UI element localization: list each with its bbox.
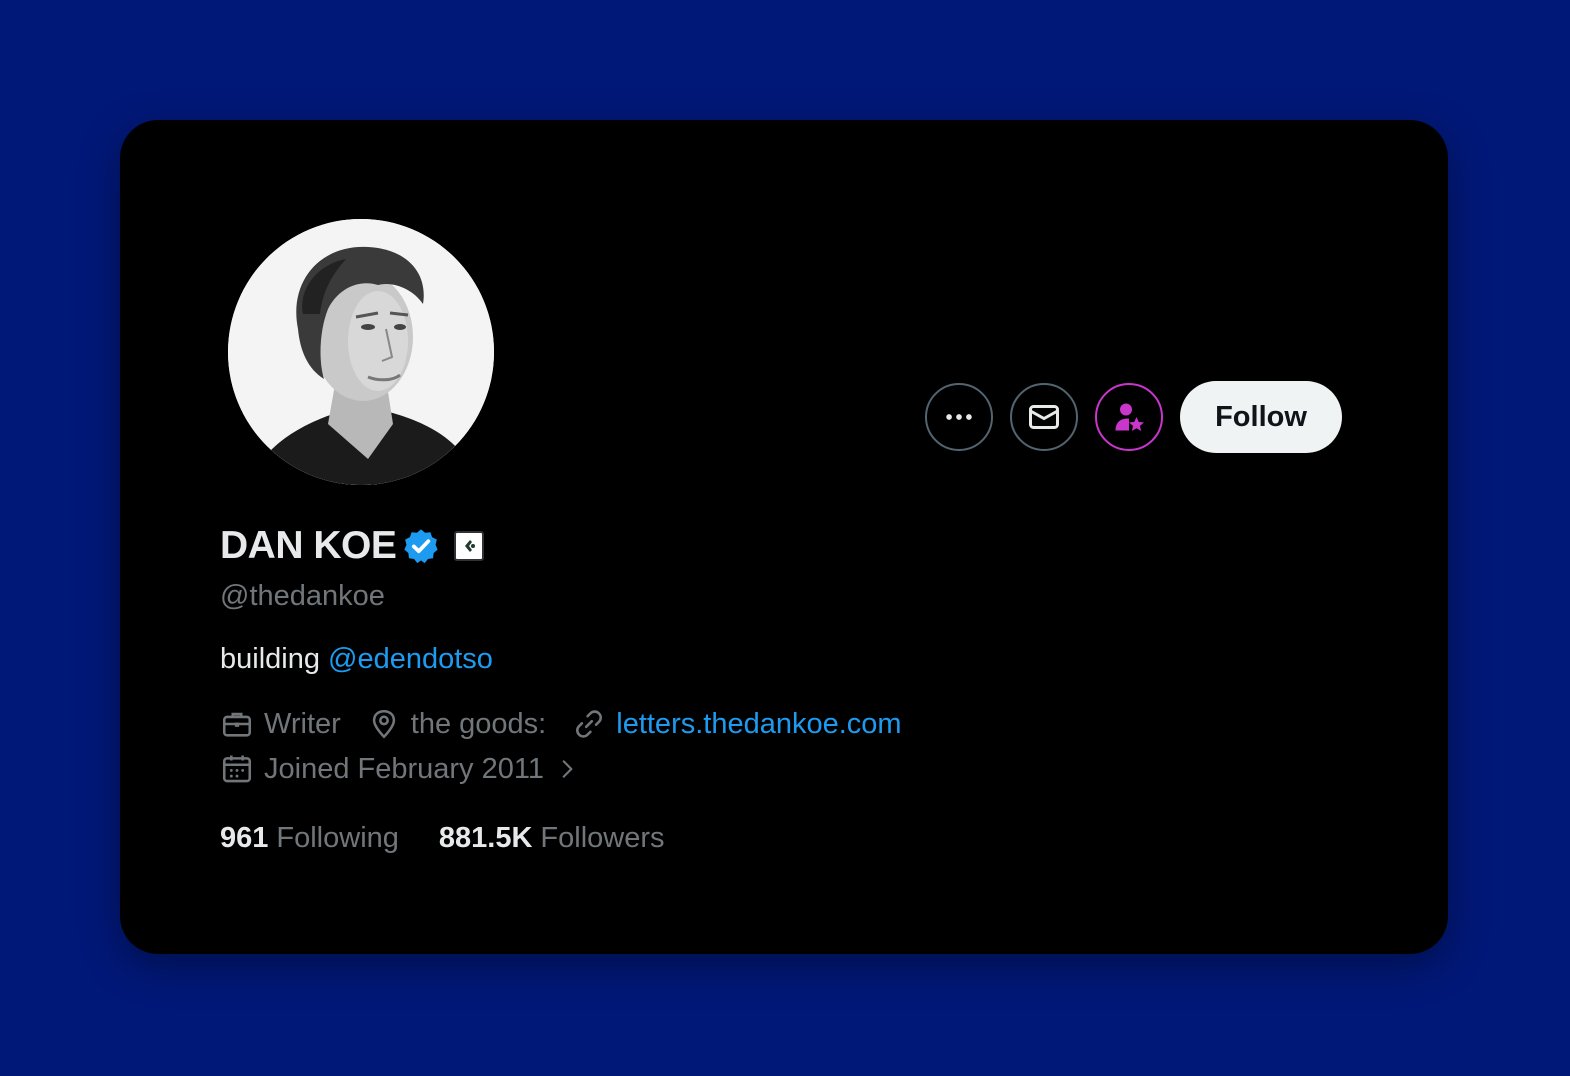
followers-count: 881.5K [438,822,533,854]
follow-button[interactable]: Follow [1180,381,1342,453]
profession-text: Writer [264,707,341,740]
bio-mention-link[interactable]: @edendotso [328,643,493,675]
message-icon [1029,405,1059,429]
link-icon [576,710,603,738]
joined-item[interactable]: Joined February 2011 [220,752,580,786]
followers-label: Followers [540,822,665,854]
profile-avatar[interactable] [228,219,494,485]
following-count: 961 [220,822,269,854]
profile-actions: Follow [925,381,1342,453]
website-link[interactable]: letters.thedankoe.com [616,708,901,741]
more-button[interactable] [925,383,993,451]
profile-bio: building @edendotso [220,643,493,676]
following-stat[interactable]: 961 Following [220,822,399,855]
location-item: the goods: [367,707,546,741]
display-name: DAN KOE [220,524,397,567]
message-button[interactable] [1010,383,1078,451]
joined-row[interactable]: Joined February 2011 [220,752,606,786]
subscribe-button[interactable] [1095,383,1163,451]
affiliate-logo-icon [459,536,480,556]
avatar-portrait-image [228,219,494,485]
calendar-icon [222,755,252,783]
more-icon [946,414,972,420]
bio-text: building [220,643,329,675]
joined-text: Joined February 2011 [264,752,544,785]
location-pin-icon [372,709,395,739]
profile-stats: 961 Following 881.5K Followers [220,822,705,855]
profile-handle: @thedankoe [220,580,385,612]
followers-stat[interactable]: 881.5K Followers [439,822,665,855]
affiliate-badge-icon[interactable] [454,531,485,561]
website-item[interactable]: letters.thedankoe.com [572,707,902,741]
name-row: DAN KOE [220,524,485,568]
profession-item: Writer [220,707,341,741]
chevron-right-icon [562,760,573,778]
verified-badge-icon[interactable] [402,527,440,565]
location-text: the goods: [410,707,547,740]
briefcase-icon [222,712,252,737]
following-label: Following [276,822,399,854]
profile-meta-row: Writer the goods: letters.thedankoe.com [220,707,928,741]
profile-card: Follow DAN KOE @thedankoe building @eden… [120,120,1448,954]
subscribe-icon [1115,403,1144,431]
